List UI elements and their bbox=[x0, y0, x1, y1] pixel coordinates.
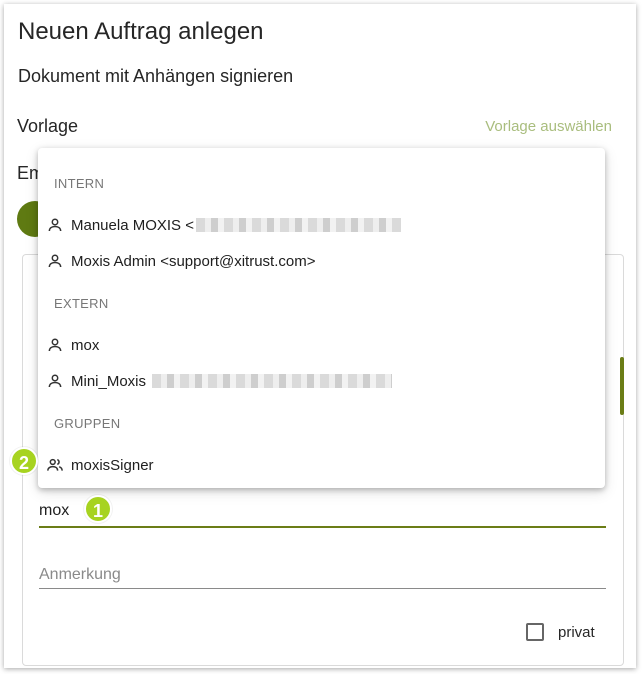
annotation-badge-2: 2 bbox=[10, 447, 38, 475]
redacted-email bbox=[195, 218, 401, 232]
search-input-value: mox bbox=[39, 502, 70, 519]
redacted-email bbox=[152, 374, 393, 388]
option-label: Mini_Moxis bbox=[71, 372, 147, 390]
privat-toggle[interactable]: privat bbox=[526, 623, 595, 641]
dialog-window: Neuen Auftrag anlegen Dokument mit Anhän… bbox=[4, 4, 636, 668]
annotation-badge-1: 1 bbox=[84, 495, 112, 523]
privat-checkbox[interactable] bbox=[526, 623, 544, 641]
option-label: Moxis Admin <support@xitrust.com> bbox=[71, 252, 316, 270]
option-moxis-admin[interactable]: Moxis Admin <support@xitrust.com> bbox=[46, 247, 315, 275]
group-icon bbox=[47, 458, 63, 471]
option-label: moxisSigner bbox=[71, 456, 154, 474]
person-icon bbox=[48, 254, 62, 268]
option-manuela-moxis[interactable]: Manuela MOXIS < bbox=[46, 211, 401, 239]
group-header-extern: EXTERN bbox=[54, 296, 109, 311]
privat-label: privat bbox=[558, 623, 595, 641]
person-icon bbox=[48, 374, 62, 388]
note-placeholder: Anmerkung bbox=[39, 566, 121, 583]
autocomplete-dropdown: INTERN Manuela MOXIS < Moxis Admin <supp… bbox=[38, 148, 605, 488]
option-label: mox bbox=[71, 336, 100, 354]
vorlage-label: Vorlage bbox=[17, 116, 79, 136]
recipient-search-input[interactable]: mox bbox=[39, 498, 606, 528]
card-accent-bar bbox=[620, 357, 624, 415]
option-label: Manuela MOXIS < bbox=[71, 216, 194, 234]
option-mox[interactable]: mox bbox=[46, 331, 99, 359]
select-template-link[interactable]: Vorlage auswählen bbox=[485, 118, 612, 135]
option-mini-moxis[interactable]: Mini_Moxis bbox=[46, 367, 393, 395]
page-subtitle: Dokument mit Anhängen signieren bbox=[18, 66, 294, 86]
note-input[interactable]: Anmerkung bbox=[39, 560, 606, 589]
group-header-gruppen: GRUPPEN bbox=[54, 416, 121, 431]
page-title: Neuen Auftrag anlegen bbox=[18, 18, 264, 45]
person-icon bbox=[48, 338, 62, 352]
group-header-intern: INTERN bbox=[54, 176, 105, 191]
person-icon bbox=[48, 218, 62, 232]
option-moxis-signer[interactable]: moxisSigner bbox=[46, 451, 154, 479]
